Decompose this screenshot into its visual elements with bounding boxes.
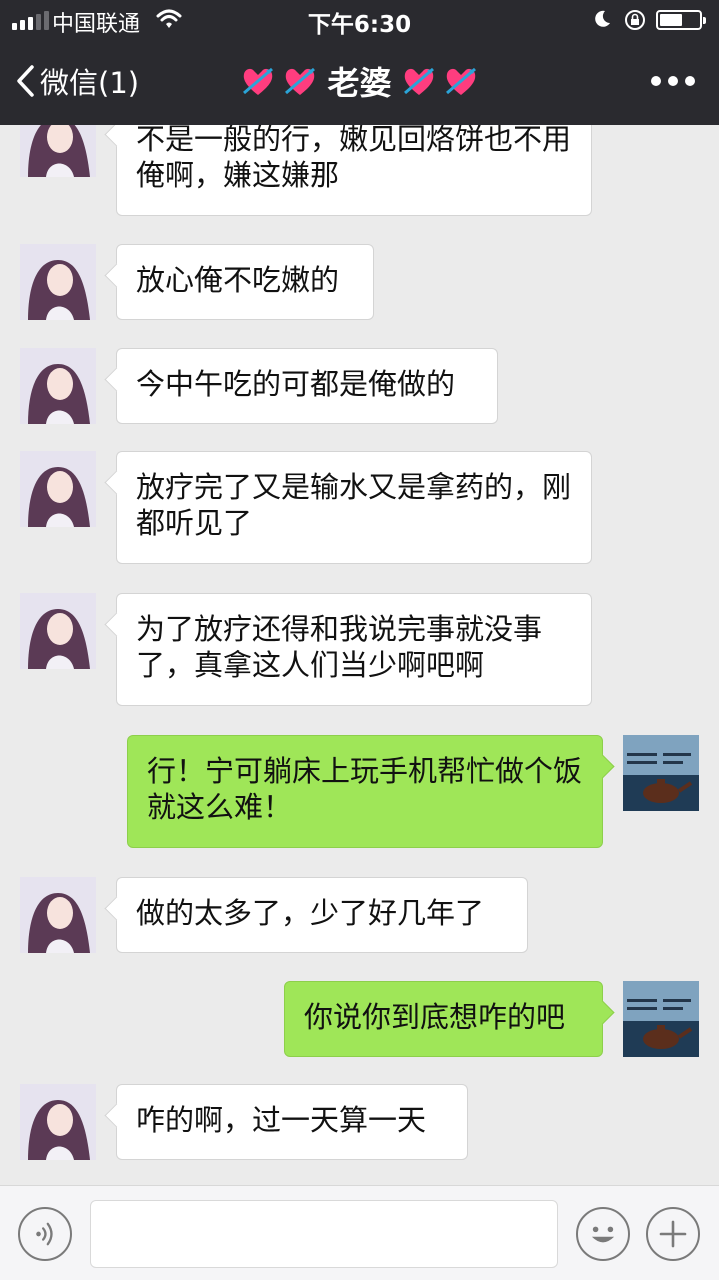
- avatar[interactable]: [20, 877, 96, 953]
- heart-with-arrow-icon: [243, 67, 274, 95]
- emoji-button[interactable]: [576, 1207, 630, 1261]
- avatar[interactable]: [20, 593, 96, 669]
- incoming-bubble[interactable]: 做的太多了，少了好几年了: [116, 877, 528, 953]
- outgoing-bubble[interactable]: 行！宁可躺床上玩手机帮忙做个饭就这么难！: [127, 735, 603, 848]
- incoming-bubble[interactable]: 今中午吃的可都是俺做的: [116, 348, 498, 424]
- message-text: 为了放疗还得和我说完事就没事了，真拿这人们当少啊吧啊: [136, 612, 543, 682]
- message-text: 你说你到底想咋的吧: [304, 1000, 566, 1034]
- my-avatar[interactable]: [623, 981, 699, 1057]
- contact-avatar-icon: [20, 348, 96, 424]
- voice-icon: [36, 1222, 53, 1246]
- outgoing-bubble[interactable]: 你说你到底想咋的吧: [284, 981, 603, 1057]
- my-avatar[interactable]: [623, 735, 699, 811]
- teapot-avatar-icon: [623, 981, 699, 1057]
- heart-with-arrow-icon: [403, 67, 434, 95]
- contact-avatar-icon: [20, 1084, 96, 1160]
- chat-list[interactable]: 不是一般的行，嫩见回烙饼也不用俺啊，嫌这嫌那 放心俺不吃嫩的 今中午吃的可都是俺…: [0, 125, 719, 1185]
- message-text: 咋的啊，过一天算一天: [136, 1103, 427, 1137]
- contact-avatar-icon: [20, 451, 96, 527]
- contact-avatar-icon: [20, 877, 96, 953]
- battery-icon: [656, 10, 706, 30]
- avatar[interactable]: [20, 244, 96, 320]
- status-bar: 中国联通 下午6:30: [0, 0, 719, 40]
- incoming-bubble[interactable]: 放疗完了又是输水又是拿药的，刚都听见了: [116, 451, 592, 564]
- emoji-icon: [591, 1226, 615, 1243]
- rotation-lock-icon: [625, 10, 645, 30]
- avatar[interactable]: [20, 451, 96, 527]
- voice-button[interactable]: [18, 1207, 72, 1261]
- header: 中国联通 下午6:30 微信(1) 老婆: [0, 0, 719, 125]
- heart-with-arrow-icon: [285, 67, 316, 95]
- incoming-bubble[interactable]: 不是一般的行，嫩见回烙饼也不用俺啊，嫌这嫌那: [116, 125, 592, 216]
- input-bar: [0, 1185, 719, 1280]
- avatar[interactable]: [20, 1084, 96, 1160]
- moon-icon: [595, 10, 610, 27]
- message-input[interactable]: [90, 1200, 558, 1268]
- chat-title: 老婆: [0, 56, 719, 106]
- incoming-bubble[interactable]: 放心俺不吃嫩的: [116, 244, 374, 320]
- message-text: 做的太多了，少了好几年了: [136, 896, 485, 930]
- contact-avatar-icon: [20, 593, 96, 669]
- message-text: 放心俺不吃嫩的: [136, 263, 340, 297]
- incoming-bubble[interactable]: 咋的啊，过一天算一天: [116, 1084, 468, 1160]
- avatar[interactable]: [20, 125, 96, 177]
- contact-avatar-icon: [20, 125, 96, 177]
- plus-button[interactable]: [646, 1207, 700, 1261]
- more-dots-icon: [651, 76, 661, 86]
- page-title: 老婆: [327, 64, 392, 102]
- contact-avatar-icon: [20, 244, 96, 320]
- teapot-avatar-icon: [623, 735, 699, 811]
- message-text: 放疗完了又是输水又是拿药的，刚都听见了: [136, 470, 572, 540]
- plus-icon: [659, 1220, 687, 1248]
- heart-with-arrow-icon: [445, 67, 476, 95]
- incoming-bubble[interactable]: 为了放疗还得和我说完事就没事了，真拿这人们当少啊吧啊: [116, 593, 592, 706]
- more-button[interactable]: [651, 66, 695, 96]
- message-text: 今中午吃的可都是俺做的: [136, 367, 456, 401]
- message-text: 行！宁可躺床上玩手机帮忙做个饭就这么难！: [147, 754, 583, 824]
- message-text: 不是一般的行，嫩见回烙饼也不用俺啊，嫌这嫌那: [136, 125, 572, 192]
- avatar[interactable]: [20, 348, 96, 424]
